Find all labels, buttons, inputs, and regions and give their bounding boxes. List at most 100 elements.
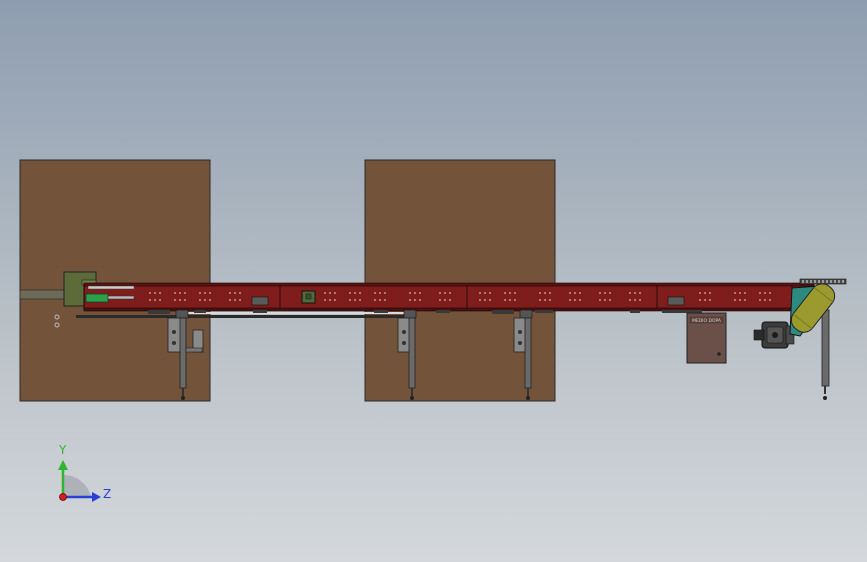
beam-hole	[354, 299, 356, 301]
chain-link	[830, 280, 832, 283]
beam-hole	[764, 292, 766, 294]
gear-motor[interactable]	[753, 321, 795, 349]
beam-hole	[409, 299, 411, 301]
beam-hole	[539, 299, 541, 301]
triad-plane	[63, 474, 91, 497]
chain-link	[842, 280, 844, 283]
view-triad[interactable]	[58, 460, 101, 502]
beam-hole	[379, 292, 381, 294]
conveyor-top-rail	[83, 282, 815, 287]
beam-hole	[704, 292, 706, 294]
x-axis-dot	[59, 493, 67, 501]
beam-hole	[359, 299, 361, 301]
beam-hole	[174, 292, 176, 294]
beam-hole	[184, 299, 186, 301]
z-axis-label: Z	[103, 487, 112, 501]
chain-link	[826, 280, 828, 283]
beam-hole	[374, 299, 376, 301]
beam-hole	[759, 299, 761, 301]
chain-link	[834, 280, 836, 283]
beam-hole	[769, 292, 771, 294]
beam-hole	[544, 299, 546, 301]
beam-hole	[414, 299, 416, 301]
beam-hole	[709, 299, 711, 301]
beam-hole	[234, 299, 236, 301]
beam-hole	[234, 292, 236, 294]
beam-bracket	[667, 296, 685, 306]
beam-hole	[639, 299, 641, 301]
beam-hole	[359, 292, 361, 294]
beam-hole	[634, 299, 636, 301]
sensor-face	[305, 293, 312, 300]
chain-link	[810, 280, 812, 283]
beam-hole	[544, 292, 546, 294]
beam-hole	[704, 299, 706, 301]
beam-hole	[489, 292, 491, 294]
beam-hole	[759, 292, 761, 294]
beam-hole	[209, 292, 211, 294]
chain-link	[838, 280, 840, 283]
beam-hole	[569, 292, 571, 294]
beam-hole	[629, 299, 631, 301]
guide-bar	[87, 285, 135, 290]
beam-hole	[329, 299, 331, 301]
pneumatic-cylinder[interactable]	[85, 293, 109, 303]
beam-hole	[744, 299, 746, 301]
beam-hole	[449, 299, 451, 301]
support-leg-4[interactable]	[821, 309, 830, 400]
beam-hole	[699, 292, 701, 294]
beam-hole	[324, 299, 326, 301]
beam-hole	[604, 292, 606, 294]
beam-hole	[639, 292, 641, 294]
cad-model-view[interactable]: MEDIO DOPA	[0, 0, 867, 562]
beam-hole	[419, 299, 421, 301]
beam-hole	[504, 292, 506, 294]
lower-rail	[76, 315, 414, 318]
beam-hole	[239, 299, 241, 301]
beam-hole	[484, 292, 486, 294]
beam-hole	[484, 299, 486, 301]
control-box-label: MEDIO DOPA	[692, 318, 722, 324]
beam-hole	[514, 299, 516, 301]
beam-hole	[204, 299, 206, 301]
conveyor-beam[interactable]	[83, 283, 815, 311]
beam-hole	[149, 299, 151, 301]
beam-hole	[769, 299, 771, 301]
beam-hole	[449, 292, 451, 294]
beam-hole	[199, 299, 201, 301]
z-axis-arrow-icon	[92, 492, 101, 502]
beam-hole	[574, 292, 576, 294]
beam-hole	[609, 292, 611, 294]
beam-hole	[509, 299, 511, 301]
beam-hole	[579, 299, 581, 301]
beam-hole	[504, 299, 506, 301]
beam-hole	[354, 292, 356, 294]
input-shaft[interactable]	[19, 289, 67, 300]
beam-hole	[439, 292, 441, 294]
beam-hole	[604, 299, 606, 301]
beam-hole	[174, 299, 176, 301]
beam-hole	[414, 292, 416, 294]
beam-hole	[549, 292, 551, 294]
control-box[interactable]: MEDIO DOPA	[686, 312, 727, 364]
beam-hole	[374, 292, 376, 294]
beam-hole	[324, 292, 326, 294]
beam-bracket	[251, 296, 269, 306]
chain-link	[822, 280, 824, 283]
beam-hole	[739, 299, 741, 301]
beam-hole	[159, 299, 161, 301]
beam-hole	[179, 292, 181, 294]
beam-hole	[209, 299, 211, 301]
beam-hole	[229, 292, 231, 294]
y-axis-arrow-icon	[58, 460, 68, 470]
y-axis-label: Y	[59, 443, 67, 457]
beam-hole	[739, 292, 741, 294]
beam-hole	[609, 299, 611, 301]
graphics-viewport[interactable]: MEDIO DOPA Y Z	[0, 0, 867, 562]
beam-hole	[489, 299, 491, 301]
beam-hole	[154, 292, 156, 294]
beam-hole	[599, 299, 601, 301]
beam-hole	[734, 299, 736, 301]
beam-hole	[549, 299, 551, 301]
beam-hole	[634, 292, 636, 294]
